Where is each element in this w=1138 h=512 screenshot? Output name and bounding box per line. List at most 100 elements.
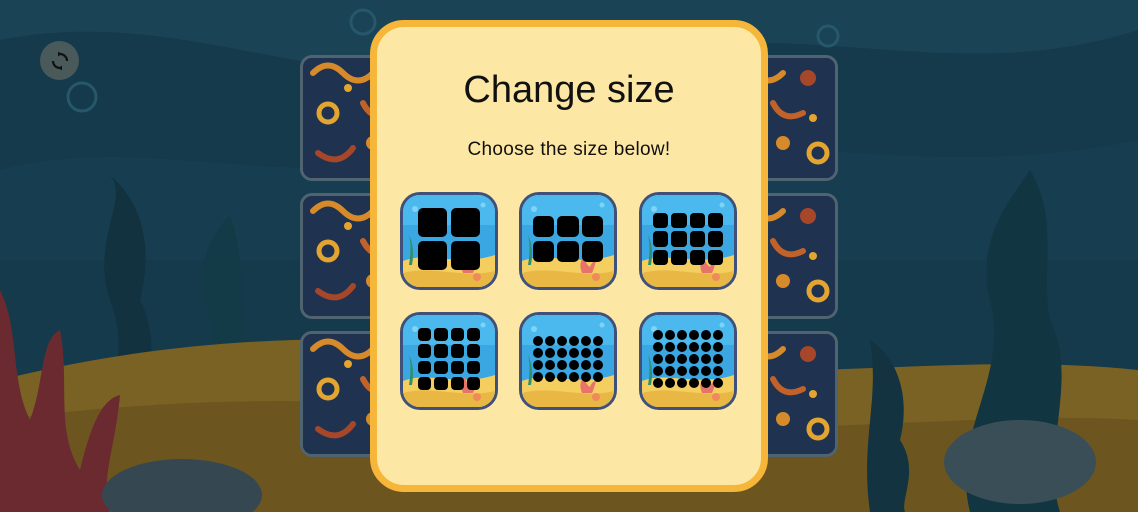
preview-card: [581, 372, 591, 382]
preview-card: [569, 372, 579, 382]
preview-card: [653, 378, 663, 388]
preview-card: [653, 330, 663, 340]
preview-card: [593, 336, 603, 346]
preview-card: [545, 372, 555, 382]
preview-card: [701, 378, 711, 388]
preview-card: [557, 336, 567, 346]
preview-card: [689, 231, 705, 247]
preview-card: [701, 366, 711, 376]
preview-card: [689, 354, 699, 364]
preview-card: [665, 330, 675, 340]
preview-card: [545, 348, 555, 358]
preview-card: [713, 366, 723, 376]
preview-card: [701, 342, 711, 352]
preview-card: [557, 348, 567, 358]
preview-card: [533, 336, 543, 346]
preview-card: [707, 231, 723, 247]
preview-card: [677, 378, 687, 388]
preview-card: [450, 344, 464, 358]
game-scene: Change size Choose the size below!: [0, 0, 1138, 512]
preview-card: [671, 213, 687, 229]
preview-card: [689, 330, 699, 340]
preview-card: [450, 376, 464, 390]
size-option-3x2[interactable]: [519, 192, 617, 290]
preview-card: [689, 366, 699, 376]
preview-card: [713, 330, 723, 340]
preview-card: [533, 348, 543, 358]
dialog-title: Change size: [463, 69, 675, 111]
preview-card: [450, 328, 464, 342]
preview-card: [701, 354, 711, 364]
preview-card: [665, 354, 675, 364]
preview-card: [434, 376, 448, 390]
size-option-6x4[interactable]: [519, 312, 617, 410]
preview-card: [665, 378, 675, 388]
preview-card: [689, 342, 699, 352]
preview-card: [689, 249, 705, 265]
preview-card: [434, 360, 448, 374]
preview-card: [677, 354, 687, 364]
preview-card: [533, 240, 555, 262]
preview-card: [665, 342, 675, 352]
preview-card: [713, 354, 723, 364]
preview-card: [533, 216, 555, 238]
preview-card: [569, 348, 579, 358]
preview-card: [466, 344, 480, 358]
preview-card: [653, 354, 663, 364]
preview-card: [701, 330, 711, 340]
size-option-4x3[interactable]: [639, 192, 737, 290]
preview-card: [466, 328, 480, 342]
preview-card: [689, 213, 705, 229]
preview-card: [593, 348, 603, 358]
preview-card: [451, 241, 480, 270]
preview-card: [653, 213, 669, 229]
preview-card: [533, 372, 543, 382]
dialog-subtitle: Choose the size below!: [467, 139, 671, 160]
preview-card: [713, 342, 723, 352]
preview-card: [418, 344, 432, 358]
preview-card: [418, 328, 432, 342]
preview-card: [557, 372, 567, 382]
preview-card: [581, 360, 591, 370]
preview-card: [434, 328, 448, 342]
preview-card: [593, 372, 603, 382]
preview-card: [545, 360, 555, 370]
size-option-6x5[interactable]: [639, 312, 737, 410]
preview-card: [557, 240, 579, 262]
preview-card: [557, 216, 579, 238]
preview-card: [533, 360, 543, 370]
preview-card: [581, 336, 591, 346]
preview-card: [569, 336, 579, 346]
preview-card: [713, 378, 723, 388]
card-grid-preview: [642, 315, 734, 407]
preview-card: [569, 360, 579, 370]
preview-card: [418, 360, 432, 374]
preview-card: [653, 342, 663, 352]
preview-card: [689, 378, 699, 388]
preview-card: [671, 231, 687, 247]
card-grid-preview: [642, 195, 734, 287]
preview-card: [545, 336, 555, 346]
card-grid-preview: [403, 315, 495, 407]
card-grid-preview: [403, 195, 495, 287]
change-size-dialog: Change size Choose the size below!: [370, 20, 768, 492]
preview-card: [707, 213, 723, 229]
preview-card: [665, 366, 675, 376]
card-grid-preview: [522, 195, 614, 287]
preview-card: [677, 330, 687, 340]
preview-card: [581, 216, 603, 238]
size-option-4x4[interactable]: [400, 312, 498, 410]
preview-card: [418, 376, 432, 390]
preview-card: [451, 208, 480, 237]
preview-card: [707, 249, 723, 265]
preview-card: [581, 348, 591, 358]
preview-card: [653, 249, 669, 265]
preview-card: [557, 360, 567, 370]
preview-card: [450, 360, 464, 374]
size-option-2x2[interactable]: [400, 192, 498, 290]
preview-card: [677, 366, 687, 376]
preview-card: [418, 241, 447, 270]
card-grid-preview: [522, 315, 614, 407]
preview-card: [434, 344, 448, 358]
preview-card: [418, 208, 447, 237]
